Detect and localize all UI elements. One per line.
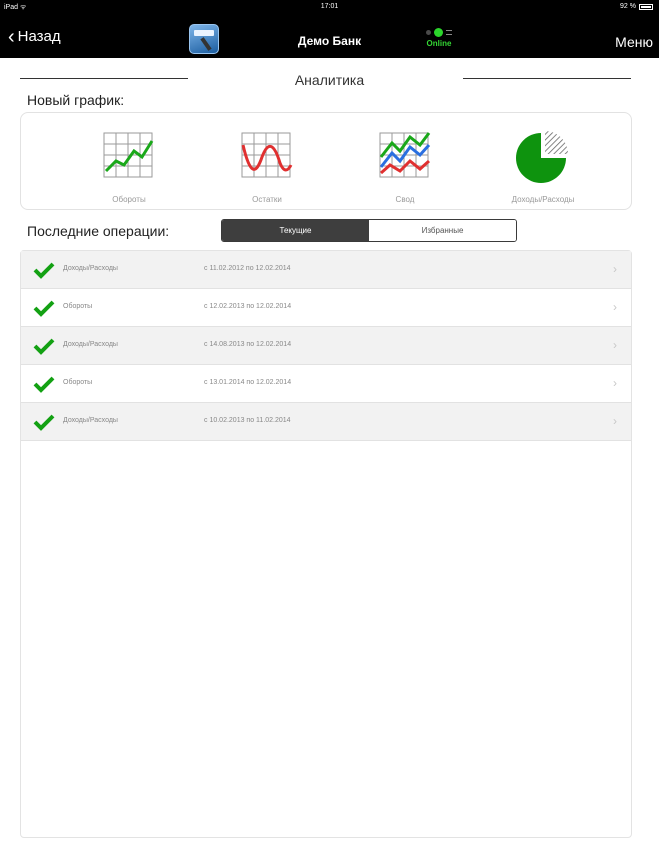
checkmark-icon	[33, 414, 55, 431]
chevron-right-icon: ›	[613, 338, 617, 352]
battery-icon	[639, 3, 653, 10]
connection-indicator-icon	[417, 26, 461, 38]
status-right: 92 %	[620, 3, 653, 10]
operation-type: Доходы/Расходы	[63, 265, 118, 272]
operation-type: Доходы/Расходы	[63, 417, 118, 424]
operation-period: с 13.01.2014 по 12.02.2014	[204, 379, 292, 386]
menu-button[interactable]: Меню	[615, 34, 653, 50]
chevron-right-icon: ›	[613, 300, 617, 314]
operation-type: Обороты	[63, 379, 93, 386]
chart-tile-turnover[interactable]: Обороты	[69, 113, 189, 209]
list-item[interactable]: Доходы/Расходы с 14.08.2013 по 12.02.201…	[21, 327, 631, 365]
checkmark-icon	[33, 376, 55, 393]
segment-favorites[interactable]: Избранные	[369, 220, 516, 241]
nav-title: Демо Банк	[297, 34, 362, 48]
operation-period: с 12.02.2013 по 12.02.2014	[204, 303, 292, 310]
checkmark-icon	[33, 262, 55, 279]
online-status: Online	[417, 26, 461, 48]
summary-chart-icon	[379, 132, 431, 178]
chevron-right-icon: ›	[613, 414, 617, 428]
turnover-chart-icon	[103, 132, 154, 178]
status-bar: iPad ᯤ 17:01 92 %	[0, 0, 659, 14]
income-expense-pie-icon	[516, 131, 568, 183]
chart-tile-balance[interactable]: Остатки	[207, 113, 327, 209]
operation-type: Доходы/Расходы	[63, 341, 118, 348]
chart-tile-label: Обороты	[112, 195, 146, 204]
operation-period: с 10.02.2013 по 11.02.2014	[204, 417, 291, 424]
nav-bar: ‹ Назад Демо Банк Online Меню	[0, 14, 659, 58]
online-label: Online	[426, 39, 452, 48]
checkmark-icon	[33, 300, 55, 317]
chart-tile-income-expense[interactable]: Доходы/Расходы	[483, 113, 603, 209]
operations-filter-segmented: Текущие Избранные	[221, 219, 517, 242]
list-item[interactable]: Доходы/Расходы с 10.02.2013 по 11.02.201…	[21, 403, 631, 441]
chevron-right-icon: ›	[613, 376, 617, 390]
chart-type-panel: Обороты Остатки Свод Доходы/Расходы	[20, 112, 632, 210]
balance-chart-icon	[241, 132, 293, 178]
title-divider-right	[463, 78, 631, 79]
list-item[interactable]: Обороты с 13.01.2014 по 12.02.2014 ›	[21, 365, 631, 403]
chevron-right-icon: ›	[613, 262, 617, 276]
recent-operations-label: Последние операции:	[27, 223, 170, 239]
page-title: Аналитика	[294, 72, 365, 88]
chart-tile-label: Доходы/Расходы	[511, 195, 575, 204]
list-item[interactable]: Обороты с 12.02.2013 по 12.02.2014 ›	[21, 289, 631, 327]
operation-period: с 11.02.2012 по 12.02.2014	[204, 265, 291, 272]
chart-tile-label: Остатки	[252, 195, 282, 204]
operation-period: с 14.08.2013 по 12.02.2014	[204, 341, 292, 348]
segment-current[interactable]: Текущие	[222, 220, 369, 241]
new-chart-label: Новый график:	[27, 92, 125, 108]
operations-list: Доходы/Расходы с 11.02.2012 по 12.02.201…	[20, 250, 632, 838]
operation-type: Обороты	[63, 303, 93, 310]
checkmark-icon	[33, 338, 55, 355]
status-time: 17:01	[320, 3, 339, 10]
battery-percent: 92 %	[620, 3, 636, 10]
list-item[interactable]: Доходы/Расходы с 11.02.2012 по 12.02.201…	[21, 251, 631, 289]
chart-tile-label: Свод	[395, 195, 415, 204]
chart-tile-summary[interactable]: Свод	[345, 113, 465, 209]
